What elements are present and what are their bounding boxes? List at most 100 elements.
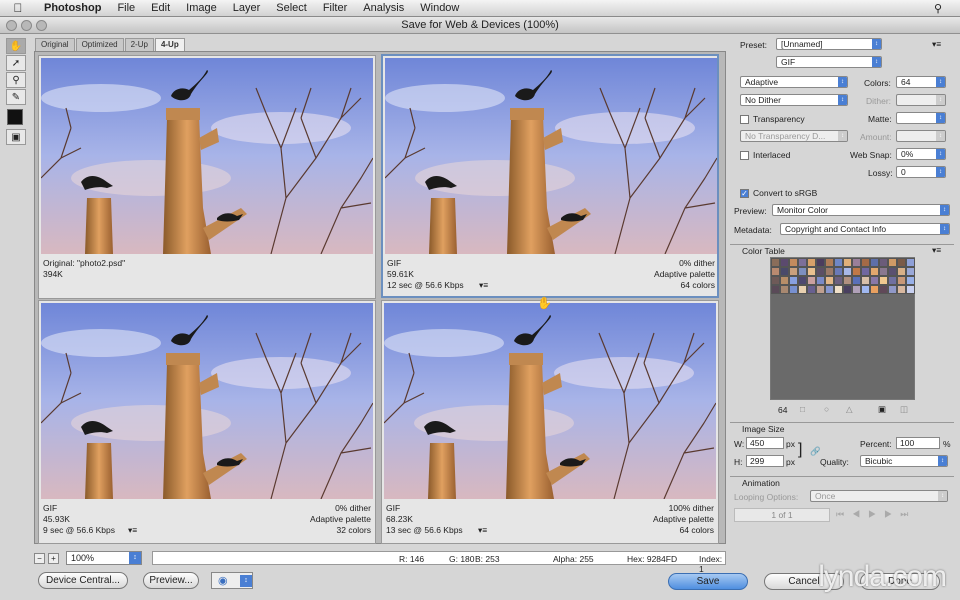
color-swatch[interactable] [771,285,780,294]
color-swatch[interactable] [789,267,798,276]
height-input[interactable]: 299 [746,455,784,467]
tab-2-up[interactable]: 2-Up [124,38,154,51]
color-swatch[interactable] [834,285,843,294]
tab-original[interactable]: Original [35,38,75,51]
color-swatch[interactable] [807,276,816,285]
web-shift-icon[interactable]: ○ [824,404,829,414]
prev-frame-icon[interactable]: ◀ [852,509,868,519]
tab-optimized[interactable]: Optimized [75,38,124,51]
percent-input[interactable]: 100 [896,437,940,449]
dither-amount-field[interactable]: ↕ [896,94,946,106]
color-swatch[interactable] [906,258,915,267]
color-swatch[interactable] [843,276,852,285]
color-swatch[interactable] [888,258,897,267]
width-input[interactable]: 450 [746,437,784,449]
looping-select[interactable]: Once ↕ [810,490,948,502]
quality-select[interactable]: Bicubic ↕ [860,455,948,467]
color-swatch[interactable] [906,276,915,285]
color-swatch[interactable] [816,267,825,276]
color-swatch[interactable] [780,285,789,294]
color-swatch[interactable] [825,267,834,276]
color-swatch[interactable] [906,285,915,294]
color-swatch[interactable] [843,267,852,276]
save-button[interactable]: Save [668,573,748,590]
panel-menu-icon[interactable]: ▾≡ [932,39,941,50]
color-swatch[interactable] [807,267,816,276]
preset-select[interactable]: [Unnamed] ↕ [776,38,882,50]
color-swatch[interactable] [897,258,906,267]
color-swatch[interactable] [852,258,861,267]
color-swatch[interactable] [879,258,888,267]
color-swatch[interactable] [879,267,888,276]
zoom-tool-icon[interactable]: ⚲ [6,72,26,88]
browser-select[interactable]: ◉ ↕ [211,572,253,589]
color-swatch[interactable] [798,267,807,276]
transparency-dither-select[interactable]: No Transparency D... ↕ [740,130,848,142]
color-swatch[interactable] [798,258,807,267]
constrain-link-icon[interactable]: 🔗 [810,446,821,457]
color-swatch[interactable] [771,267,780,276]
toggle-slices-icon[interactable]: ▣ [6,129,26,145]
last-frame-icon[interactable]: ⏭ [900,509,916,519]
metadata-select[interactable]: Copyright and Contact Info ↕ [780,223,950,235]
color-swatch[interactable] [888,267,897,276]
dither-algorithm-select[interactable]: No Dither ↕ [740,94,848,106]
apple-icon[interactable]:  [0,1,36,15]
menu-edit[interactable]: Edit [143,2,178,14]
color-swatch[interactable] [906,267,915,276]
color-swatch[interactable] [897,276,906,285]
color-swatch[interactable] [897,267,906,276]
color-swatch[interactable] [843,285,852,294]
play-icon[interactable]: ▶ [868,509,884,519]
color-swatch[interactable] [780,267,789,276]
download-rate-menu-icon[interactable]: ▾≡ [128,525,137,536]
matte-select[interactable]: ↕ [896,112,946,124]
color-swatch[interactable] [816,285,825,294]
color-swatch[interactable] [834,258,843,267]
color-swatch[interactable] [825,285,834,294]
color-swatch[interactable] [852,267,861,276]
color-swatch[interactable] [897,285,906,294]
menu-layer[interactable]: Layer [225,2,269,14]
menu-app[interactable]: Photoshop [36,2,109,14]
color-swatch[interactable] [852,285,861,294]
pane-original[interactable]: Original: "photo2.psd" 394K [38,55,376,299]
slice-select-tool-icon[interactable]: ➚ [6,55,26,71]
menu-analysis[interactable]: Analysis [355,2,412,14]
pane-optimized-1[interactable]: GIF 59.61K 12 sec @ 56.6 Kbps ▾≡ 0% dith… [381,54,719,298]
download-rate-menu-icon[interactable]: ▾≡ [479,280,488,291]
web-snap-select[interactable]: 0% ↕ [896,148,946,160]
zoom-level-select[interactable]: 100% ↕ [66,551,142,565]
color-swatch[interactable] [789,285,798,294]
zoom-out-button[interactable]: − [34,552,45,564]
download-rate-menu-icon[interactable]: ▾≡ [478,525,487,536]
map-transparent-icon[interactable]: □ [800,404,805,414]
color-swatch[interactable] [789,276,798,285]
pane-optimized-2[interactable]: GIF 45.93K 9 sec @ 56.6 Kbps ▾≡ 0% dithe… [38,300,376,544]
color-swatch[interactable] [861,258,870,267]
color-swatch[interactable] [861,276,870,285]
eyedropper-color-swatch[interactable] [7,109,23,125]
color-swatch[interactable] [798,285,807,294]
tab-4-up[interactable]: 4-Up [154,38,185,51]
color-swatch[interactable] [834,267,843,276]
menu-window[interactable]: Window [412,2,467,14]
hand-tool-icon[interactable]: ✋ [6,38,26,54]
next-frame-icon[interactable]: ▶ [884,509,900,519]
color-swatch[interactable] [870,285,879,294]
color-swatch[interactable] [834,276,843,285]
color-swatch[interactable] [771,258,780,267]
close-window-icon[interactable] [6,20,17,31]
preview-color-select[interactable]: Monitor Color ↕ [772,204,950,216]
convert-srgb-checkbox[interactable]: ✓ [740,189,749,198]
color-swatch[interactable] [798,276,807,285]
color-swatch[interactable] [807,285,816,294]
lossy-select[interactable]: 0 ↕ [896,166,946,178]
interlaced-checkbox[interactable] [740,151,749,160]
pane-optimized-3[interactable]: GIF 68.23K 13 sec @ 56.6 Kbps ▾≡ 100% di… [381,300,719,544]
preview-in-browser-button[interactable]: Preview... [143,572,199,589]
color-swatch[interactable] [816,258,825,267]
device-central-button[interactable]: Device Central... [38,572,128,589]
transparency-checkbox[interactable] [740,115,749,124]
colors-select[interactable]: 64 ↕ [896,76,946,88]
